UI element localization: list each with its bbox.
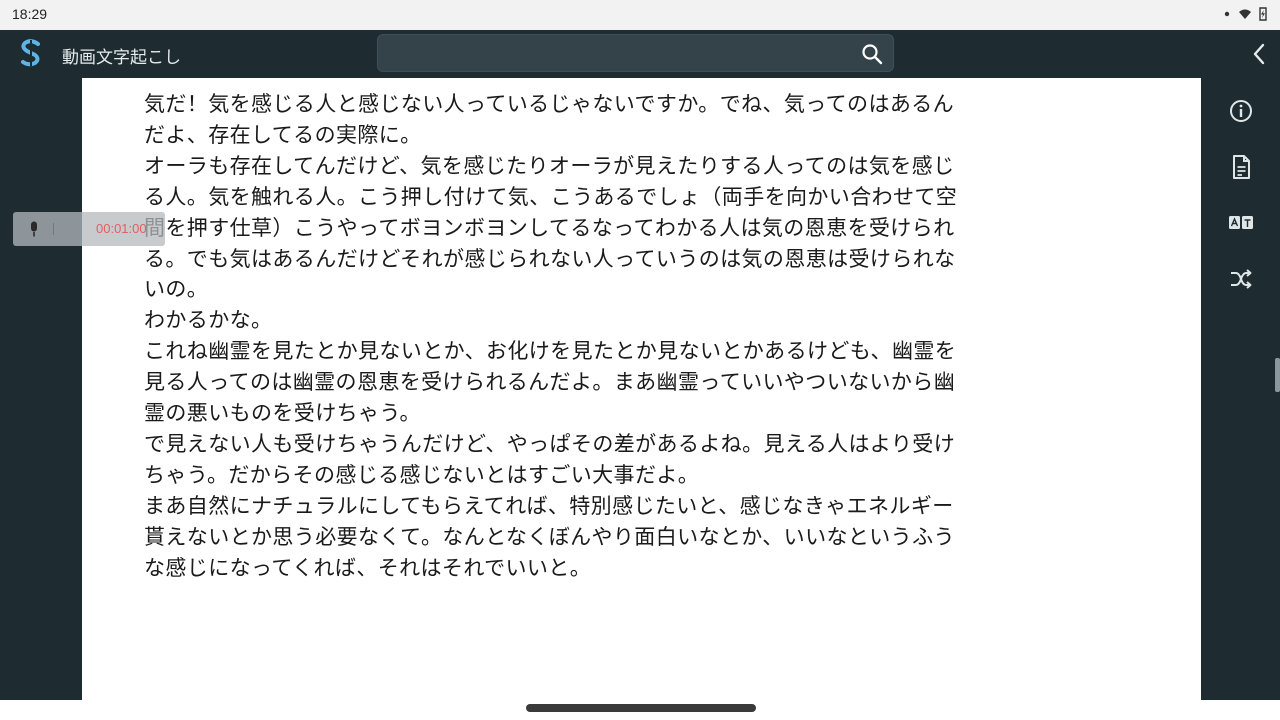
transcript-line: で見えない人も受けちゃうんだけど、やっぱその差があるよね。見える人はより受け <box>144 431 956 456</box>
left-panel <box>0 78 82 700</box>
microphone-icon[interactable] <box>28 221 40 237</box>
transcript-line: 間を押す仕草）こうやってボヨンボヨンしてるなってわかる人は気の恩恵を受けられ <box>144 215 955 240</box>
transcript-line: まあ自然にナチュラルにしてもらえてれば、特別感じたいと、感じなきゃエネルギー <box>144 493 954 518</box>
translate-icon[interactable] <box>1228 210 1254 236</box>
transcript-line: る人。気を触れる人。こう押し付けて気、こうあるでしょ（両手を向かい合わせて空 <box>144 184 958 209</box>
app-bar: 動画文字起こし <box>0 30 1280 78</box>
transcript-line: いの。 <box>144 277 209 302</box>
search-input[interactable] <box>377 34 894 72</box>
transcript-line: オーラも存在してんだけど、気を感じたりオーラが見えたりする人ってのは気を感じ <box>144 153 955 178</box>
search-icon[interactable] <box>861 43 883 65</box>
chevron-left-icon[interactable] <box>1250 42 1268 66</box>
info-icon[interactable] <box>1228 98 1254 124</box>
transcript-line: る。でも気はあるんだけどそれが感じられない人っていうのは気の恩恵は受けられな <box>144 246 956 271</box>
status-time: 18:29 <box>12 6 48 22</box>
right-toolbar <box>1201 78 1280 700</box>
app-title: 動画文字起こし <box>62 48 181 68</box>
home-indicator[interactable] <box>526 704 756 712</box>
battery-icon <box>1259 7 1267 21</box>
document-icon[interactable] <box>1228 154 1254 180</box>
navigation-bar <box>0 700 1280 720</box>
player-time: 00:01:00 <box>96 221 147 236</box>
transcript-line: 霊の悪いものを受けちゃう。 <box>144 401 421 426</box>
player-divider <box>53 223 54 235</box>
transcript-line: だよ、存在してるの実際に。 <box>144 122 422 147</box>
dot-icon <box>1224 11 1230 17</box>
shuffle-icon[interactable] <box>1228 266 1254 292</box>
transcript-line: わかるかな。 <box>144 308 273 333</box>
app-logo-icon[interactable] <box>18 38 44 68</box>
transcript-line: これね幽霊を見たとか見ないとか、お化けを見たとか見ないとかあるけども、幽霊を <box>144 339 957 364</box>
transcript-line: 気だ！気を感じる人と感じない人っているじゃないですか。でね、気ってのはあるん <box>144 92 955 116</box>
transcript-line: ちゃう。だからその感じる感じないとはすごい大事だよ。 <box>144 462 700 487</box>
transcript-line: 見る人ってのは幽霊の恩恵を受けられるんだよ。まあ幽霊っていいやついないから幽 <box>144 370 956 395</box>
transcript-line: 貰えないとか思う必要なくて。なんとなくぼんやり面白いなとか、いいなというふう <box>144 524 955 549</box>
audio-mini-player[interactable]: 00:01:00 <box>13 212 165 246</box>
wifi-icon <box>1239 9 1251 19</box>
scrollbar-thumb[interactable] <box>1275 358 1280 392</box>
transcript-line: な感じになってくれば、それはそれでいいと。 <box>144 555 592 580</box>
transcript-area[interactable]: 気だ！気を感じる人と感じない人っているじゃないですか。でね、気ってのはあるん だ… <box>82 78 1201 700</box>
status-icons <box>1220 7 1270 21</box>
status-bar: 18:29 <box>0 0 1280 30</box>
transcript-text: 気だ！気を感じる人と感じない人っているじゃないですか。でね、気ってのはあるん だ… <box>144 89 1144 584</box>
